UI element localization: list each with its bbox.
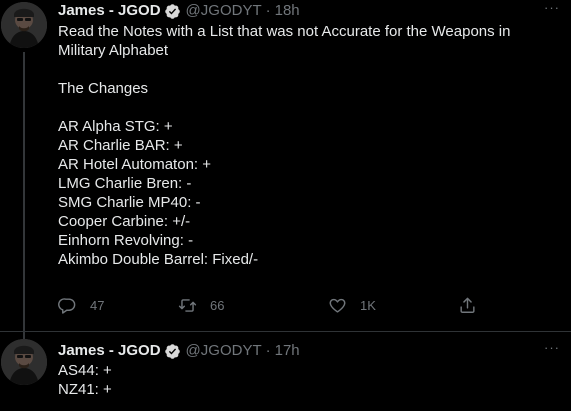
tweet-text-line: Einhorn Revolving: - [58,232,194,249]
tweet-text-line [58,98,558,117]
tweet-text-line: AR Charlie BAR: + [58,137,183,154]
verified-badge-icon [164,343,181,360]
tweet-header: James - JGOD @JGODYT · 17h [58,341,300,361]
avatar[interactable] [1,2,47,48]
reply-icon [58,297,76,314]
author-handle[interactable]: @JGODYT [186,341,262,361]
tweet-text-line: AS44: + [58,362,112,379]
heart-icon [329,298,346,313]
author-handle[interactable]: @JGODYT [186,1,262,21]
verified-badge-icon [164,3,181,20]
like-count: 1K [360,297,376,313]
author-name[interactable]: James - JGOD [58,341,161,361]
retweet-icon [178,298,197,312]
tweet-header: James - JGOD @JGODYT · 18h [58,1,300,21]
author-name[interactable]: James - JGOD [58,1,161,21]
tweet-timestamp[interactable]: 18h [275,1,300,21]
reply-button[interactable]: 47 [58,295,104,315]
share-button[interactable] [458,295,477,315]
tweet-timestamp[interactable]: 17h [275,341,300,361]
tweet-text-line: NZ41: + [58,381,112,398]
tweet-text-line: Read the Notes with a List that was not … [58,23,511,40]
thread-connector-line [23,52,25,342]
tweet-text-line: Cooper Carbine: +/- [58,213,191,230]
retweet-button[interactable]: 66 [178,295,224,315]
more-horizontal-icon[interactable]: ··· [542,341,562,361]
tweet-text: AS44: + NZ41: + [58,361,558,399]
tweet[interactable]: James - JGOD @JGODYT · 18h ··· Read the … [0,0,571,342]
tweet-text: Read the Notes with a List that was not … [58,22,558,269]
more-horizontal-icon[interactable]: ··· [542,1,562,21]
tweet[interactable]: James - JGOD @JGODYT · 17h ··· AS44: + N… [0,332,571,411]
tweet-text-line: Akimbo Double Barrel: Fixed/- [58,251,259,268]
tweet-text-line: Military Alphabet [58,42,169,59]
tweet-text-line: The Changes [58,80,149,97]
avatar[interactable] [1,339,47,385]
like-button[interactable]: 1K [328,295,376,315]
reply-count: 47 [90,297,105,313]
retweet-count: 66 [210,297,225,313]
share-icon [460,297,475,313]
tweet-text-line: AR Hotel Automaton: + [58,156,212,173]
tweet-actions: 47 66 1K [58,295,498,315]
separator-dot: · [265,2,271,19]
tweet-text-line: LMG Charlie Bren: - [58,175,192,192]
tweet-text-line: AR Alpha STG: + [58,118,173,135]
separator-dot: · [265,342,271,359]
tweet-text-line: SMG Charlie MP40: - [58,194,201,211]
tweet-text-line [58,60,558,79]
